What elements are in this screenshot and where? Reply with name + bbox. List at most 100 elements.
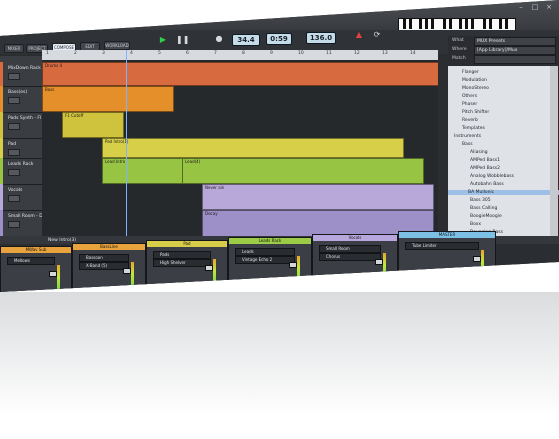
reflection — [0, 292, 559, 439]
tempo-display[interactable]: 136.0 — [306, 32, 336, 44]
maximize-icon[interactable]: □ — [530, 3, 540, 11]
insert-slot[interactable]: Vintage Echo 2 — [235, 256, 295, 264]
playhead[interactable] — [126, 50, 127, 246]
browser-item[interactable]: Phaser — [462, 102, 477, 107]
clip[interactable]: F1 Cutoff — [62, 112, 124, 138]
volume-fader[interactable] — [375, 259, 383, 265]
browser-header: What MUX Presets Where [App Library]/Mux… — [448, 36, 559, 66]
level-meter — [481, 250, 484, 290]
browser-item[interactable]: BoogieMoogie — [470, 214, 502, 219]
volume-fader[interactable] — [205, 265, 213, 271]
clip-label: Pad Intro(1) — [105, 139, 129, 144]
close-icon[interactable]: × — [544, 3, 554, 11]
level-meter — [383, 253, 386, 292]
track-header[interactable]: Bass(es) — [0, 86, 45, 113]
browser-item[interactable]: Autobahn Bass — [470, 182, 504, 187]
ruler-tick: 10 — [298, 51, 304, 56]
track-header[interactable]: Pad — [0, 138, 45, 159]
browser-item[interactable]: Aliasing — [470, 150, 488, 155]
clip-label: F1 Cutoff — [65, 113, 84, 118]
browser-item[interactable]: Boxx — [470, 222, 481, 227]
what-field[interactable]: MUX Presets — [474, 37, 556, 46]
metronome-icon[interactable]: ▲ — [354, 30, 364, 39]
mode-mixer[interactable]: MIXER — [4, 44, 24, 53]
stop-icon[interactable]: ● — [214, 34, 224, 43]
mute-button[interactable] — [8, 221, 20, 228]
track-name: Bass(es) — [8, 90, 28, 95]
mute-button[interactable] — [8, 149, 20, 156]
ruler-tick: 4 — [130, 51, 133, 56]
ruler-tick: 7 — [214, 51, 217, 56]
track-header[interactable]: Vocals — [0, 184, 45, 211]
time-display[interactable]: 0:59 — [266, 33, 292, 45]
insert-slot[interactable]: Chorus — [319, 253, 381, 261]
track-header[interactable]: MixDown Rack — [0, 62, 45, 87]
insert-slot[interactable]: High Shelver — [153, 259, 211, 267]
volume-fader[interactable] — [49, 271, 57, 277]
volume-fader[interactable] — [289, 262, 297, 268]
browser-item[interactable]: Templates — [462, 126, 485, 131]
insert-slot[interactable]: Small Room — [319, 245, 381, 253]
clip-label: Decay — [205, 211, 218, 216]
insert-slot[interactable]: Bassoon — [79, 254, 129, 262]
clip[interactable]: Drums 4 — [42, 62, 438, 86]
clip[interactable]: Pad Intro(1) — [102, 138, 404, 158]
insert-slot[interactable]: Leads — [235, 248, 295, 256]
ruler-tick: 6 — [186, 51, 189, 56]
play-icon[interactable]: ▶ — [158, 35, 168, 44]
browser-item[interactable]: Instruments — [454, 134, 481, 139]
browser-item[interactable]: Flanger — [462, 70, 479, 75]
ruler-tick: 1 — [46, 51, 49, 56]
browser-item[interactable]: Bass — [462, 142, 473, 147]
where-field[interactable]: [App Library]/Mux — [474, 46, 556, 55]
arrangement-area[interactable]: Drums 4 Bass F1 Cutoff Pad Intro(1) Lead Int… — [42, 60, 438, 245]
pause-icon[interactable]: ❚❚ — [176, 35, 189, 44]
clip[interactable]: Never ain — [202, 184, 434, 210]
mode-workload[interactable]: WORKLOAD — [104, 41, 130, 50]
minimize-icon[interactable]: – — [516, 3, 526, 11]
timeline-ruler[interactable]: 1 2 3 4 5 6 7 8 9 10 11 12 13 14 — [42, 50, 438, 60]
insert-slot[interactable]: Mellows — [7, 257, 55, 265]
browser-item[interactable]: Bass Calling — [470, 206, 497, 211]
clip-label: Bass — [45, 87, 55, 92]
browser-item[interactable]: Analog Wobblebass — [470, 174, 514, 179]
mute-button[interactable] — [8, 73, 20, 80]
mute-button[interactable] — [8, 195, 20, 202]
browser-item[interactable]: Modulation — [462, 78, 487, 83]
track-header[interactable]: Pads Synth - FI Tr — [0, 112, 47, 139]
mute-button[interactable] — [8, 123, 20, 130]
mute-button[interactable] — [8, 97, 20, 104]
browser-item[interactable]: Pitch Shifter — [462, 110, 489, 115]
insert-slot[interactable]: Pads — [153, 251, 211, 259]
browser-item[interactable]: AMPed Bass1 — [470, 158, 500, 163]
insert-slot[interactable]: Tube Limiter — [405, 242, 479, 250]
track-name: MixDown Rack — [8, 66, 41, 71]
browser-item[interactable]: Reverb — [462, 118, 478, 123]
browser-item[interactable]: Bass 305 — [470, 198, 491, 203]
what-label: What — [452, 38, 464, 43]
clip[interactable]: Bass — [42, 86, 174, 112]
position-display[interactable]: 34.4 — [232, 34, 260, 46]
level-meter — [297, 256, 300, 292]
match-field[interactable] — [474, 55, 556, 64]
browser-item[interactable]: Others — [462, 94, 477, 99]
match-label: Match — [452, 56, 466, 61]
browser-item[interactable]: AMPed Bass2 — [470, 166, 500, 171]
ruler-tick: 2 — [74, 51, 77, 56]
strip-name: Pad — [147, 241, 227, 247]
strip-name: Vocals — [313, 235, 397, 241]
browser-item[interactable]: MonoStereo — [462, 86, 489, 91]
insert-slot[interactable]: X-Band (5) — [79, 262, 129, 270]
browser-scrollbar[interactable] — [550, 66, 558, 246]
track-header[interactable]: Leads Rack — [0, 158, 45, 185]
browser-item[interactable]: BA Mullonic — [448, 190, 559, 195]
volume-fader[interactable] — [473, 256, 481, 262]
clip-label: Drums 4 — [45, 63, 63, 68]
strip-name: MASTER — [399, 232, 495, 238]
clip[interactable]: Lead Intro — [102, 158, 194, 184]
mute-button[interactable] — [8, 169, 20, 176]
track-name: Small Room - Dir — [8, 214, 46, 219]
volume-fader[interactable] — [123, 268, 131, 274]
clip[interactable]: Lead(4) — [182, 158, 424, 184]
loop-icon[interactable]: ⟳ — [372, 30, 382, 39]
